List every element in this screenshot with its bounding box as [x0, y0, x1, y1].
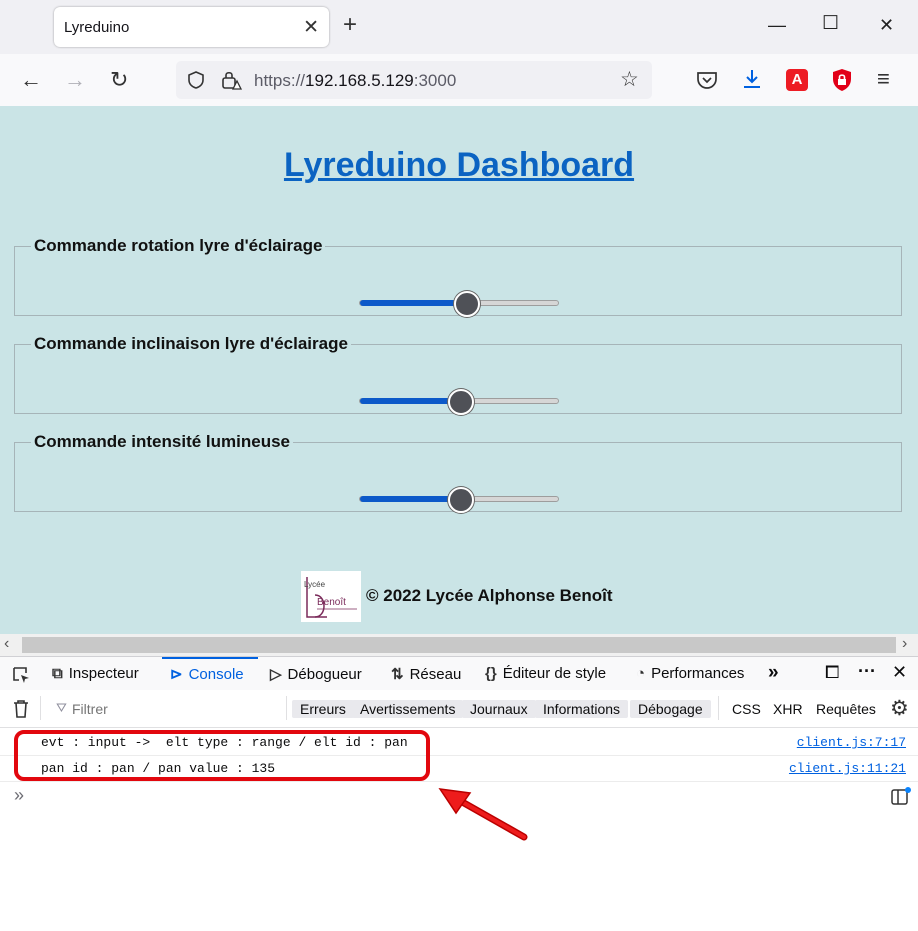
inclination-slider-thumb[interactable]	[447, 389, 474, 415]
tab-style-editor[interactable]: {} Éditeur de style	[485, 665, 606, 682]
url-scheme: https://	[254, 71, 306, 90]
ublock-shield-icon[interactable]	[831, 68, 853, 92]
console-settings-gear-icon[interactable]: ⚙	[890, 696, 909, 721]
close-devtools-icon[interactable]: ✕	[892, 662, 907, 683]
navigation-bar: ← → ↻ https://192.168.5.129:3000 ☆ A ≡	[0, 54, 918, 107]
minimize-icon[interactable]: —	[768, 14, 786, 36]
debugger-icon: ▷	[270, 666, 282, 683]
url-port: :3000	[413, 71, 457, 90]
filter-errors[interactable]: Erreurs	[292, 700, 354, 718]
rotation-slider-fill	[360, 300, 465, 306]
forward-icon[interactable]: →	[64, 67, 86, 93]
responsive-design-icon[interactable]: ⧠	[825, 662, 839, 683]
trash-icon[interactable]	[12, 699, 30, 719]
lock-warning-icon[interactable]	[220, 69, 242, 91]
menu-icon[interactable]: ≡	[877, 66, 890, 92]
filter-input[interactable]	[50, 697, 294, 721]
close-window-icon[interactable]: ✕	[879, 14, 894, 36]
rotation-slider[interactable]	[359, 291, 559, 317]
browser-tab[interactable]: Lyreduino ✕	[54, 7, 329, 47]
school-logo: Lycée Benoît	[301, 571, 361, 622]
filter-info[interactable]: Informations	[535, 700, 629, 718]
intensity-slider[interactable]	[359, 487, 559, 513]
devtools-panel: ⧉ Inspecteur ⊳ Console ▷ Débogueur ⇅ Réseau …	[0, 656, 918, 931]
scroll-right-icon[interactable]: ›	[902, 635, 907, 653]
divider	[286, 696, 287, 720]
rotation-slider-thumb[interactable]	[453, 291, 480, 317]
title-bar: Lyreduino ✕ + — ☐ ✕	[0, 0, 918, 54]
style-editor-icon: {}	[485, 665, 497, 682]
rotation-control: Commande rotation lyre d'éclairage	[14, 236, 902, 317]
inclination-legend: Commande inclinaison lyre d'éclairage	[34, 334, 348, 353]
editor-mode-icon[interactable]	[891, 787, 911, 807]
tab-console[interactable]: ⊳ Console	[170, 665, 244, 683]
footer-copyright: © 2022 Lycée Alphonse Benoît	[366, 586, 613, 605]
divider	[40, 696, 41, 720]
scroll-left-icon[interactable]: ‹	[4, 635, 9, 653]
url-host: 192.168.5.129	[305, 71, 414, 90]
intensity-legend: Commande intensité lumineuse	[34, 432, 290, 451]
network-icon: ⇅	[391, 666, 404, 683]
active-tab-indicator	[162, 657, 258, 659]
filter-logs[interactable]: Journaux	[462, 700, 536, 718]
console-icon: ⊳	[170, 666, 183, 683]
page-content: Lyreduino Dashboard Commande rotation ly…	[0, 106, 918, 634]
svg-text:Lycée: Lycée	[304, 580, 326, 589]
url-bar[interactable]: https://192.168.5.129:3000 ☆	[176, 61, 652, 99]
new-tab-icon[interactable]: +	[343, 13, 357, 37]
maximize-icon[interactable]: ☐	[822, 13, 839, 35]
svg-text:Benoît: Benoît	[317, 597, 346, 608]
filter-debug[interactable]: Débogage	[630, 700, 711, 718]
annotation-highlight-box	[14, 730, 430, 781]
annotation-arrow-icon	[438, 788, 528, 841]
console-filter-bar: ⛛ Erreurs Avertissements Journaux Inform…	[0, 690, 918, 728]
scrollbar-thumb[interactable]	[22, 637, 896, 653]
inclination-control: Commande inclinaison lyre d'éclairage	[14, 334, 902, 415]
tab-debugger[interactable]: ▷ Débogueur	[270, 665, 362, 683]
bookmark-star-icon[interactable]: ☆	[620, 67, 639, 92]
reload-icon[interactable]: ↻	[110, 67, 128, 93]
inspector-icon: ⧉	[52, 665, 63, 682]
filter-css[interactable]: CSS	[732, 701, 761, 717]
more-tabs-icon[interactable]: »	[768, 662, 779, 684]
console-prompt[interactable]: »	[14, 785, 24, 806]
rotation-legend: Commande rotation lyre d'éclairage	[34, 236, 323, 255]
pocket-icon[interactable]	[696, 70, 718, 90]
inclination-slider[interactable]	[359, 389, 559, 415]
tab-performance[interactable]: ◔ Performances	[636, 665, 744, 682]
back-icon[interactable]: ←	[20, 67, 42, 93]
downloads-icon[interactable]	[741, 68, 763, 90]
element-picker-icon[interactable]	[11, 665, 31, 685]
tab-network[interactable]: ⇅ Réseau	[391, 665, 461, 683]
filter-xhr[interactable]: XHR	[773, 701, 803, 717]
intensity-slider-fill	[360, 496, 459, 502]
shield-icon[interactable]	[186, 70, 206, 90]
tab-inspector[interactable]: ⧉ Inspecteur	[52, 665, 139, 682]
performance-icon: ◔	[636, 665, 646, 682]
inclination-slider-fill	[360, 398, 459, 404]
more-options-icon[interactable]: ···	[858, 661, 876, 682]
page-title: Lyreduino Dashboard	[283, 146, 635, 184]
filter-warnings[interactable]: Avertissements	[352, 700, 464, 718]
devtools-toolbar: ⧉ Inspecteur ⊳ Console ▷ Débogueur ⇅ Réseau …	[0, 657, 918, 691]
horizontal-scrollbar[interactable]: ‹ ›	[0, 634, 918, 656]
tab-title: Lyreduino	[64, 19, 130, 36]
url-text[interactable]: https://192.168.5.129:3000	[254, 71, 456, 91]
filter-requests[interactable]: Requêtes	[816, 701, 876, 717]
log-source-link[interactable]: client.js:11:21	[789, 761, 906, 776]
log-source-link[interactable]: client.js:7:17	[797, 735, 906, 750]
tab-close-icon[interactable]: ✕	[303, 16, 319, 39]
acrobat-extension-icon[interactable]: A	[786, 69, 808, 91]
divider	[718, 696, 719, 720]
intensity-slider-thumb[interactable]	[447, 487, 474, 513]
intensity-control: Commande intensité lumineuse	[14, 432, 902, 513]
